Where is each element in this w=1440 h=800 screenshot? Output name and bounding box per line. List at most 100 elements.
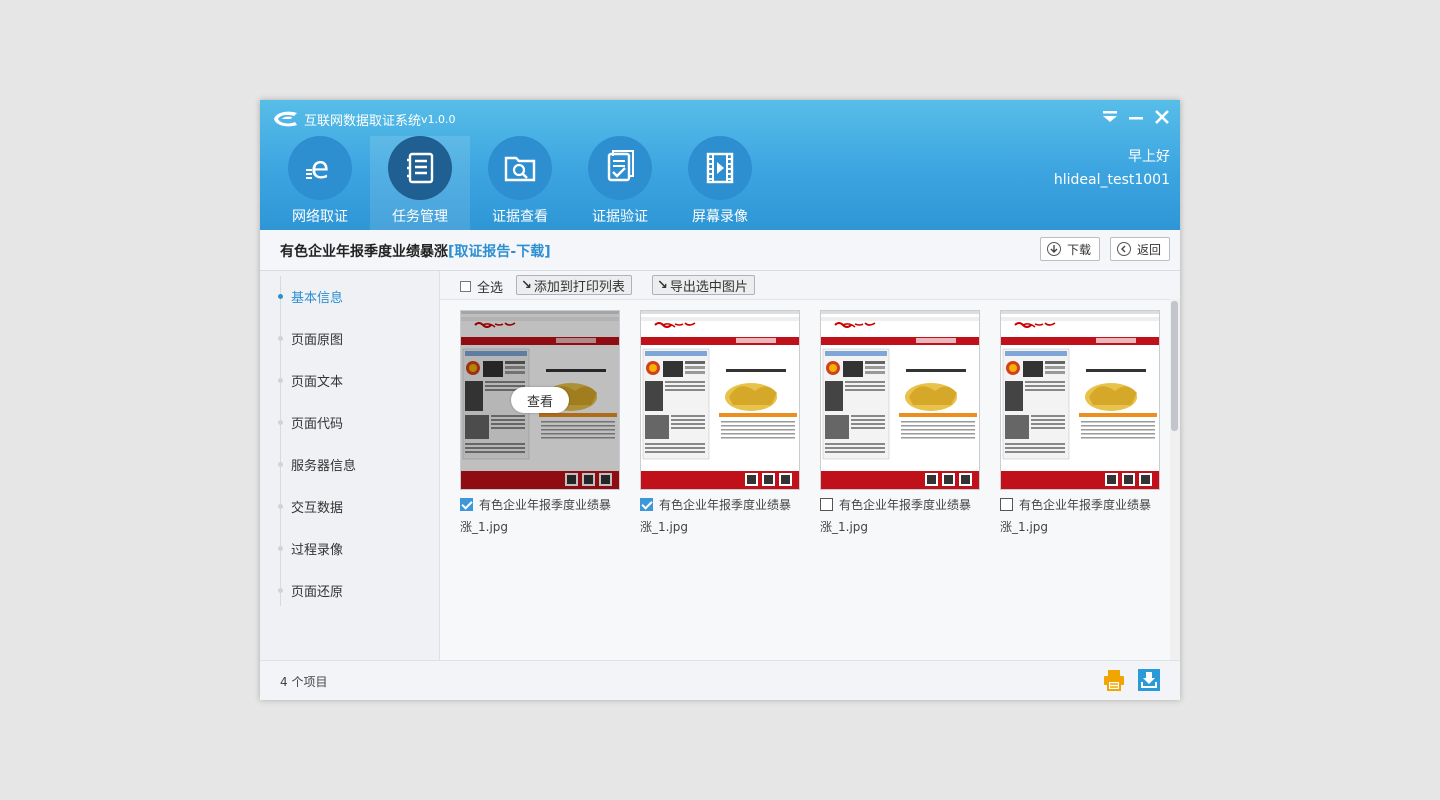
nav-label: 网络取证 (292, 209, 348, 225)
sidebar-item-page-code[interactable]: 页面代码 (278, 412, 343, 432)
film-play-icon (688, 136, 752, 200)
sidebar-item-process-recording[interactable]: 过程录像 (278, 538, 343, 558)
timeline-dot (278, 545, 283, 551)
image-select-checkbox[interactable] (460, 498, 473, 511)
arrow-down-circle-icon (1047, 242, 1061, 256)
view-image-button[interactable]: 查看 (511, 387, 569, 413)
sidebar-item-label: 服务器信息 (291, 458, 357, 474)
image-select-checkbox[interactable] (640, 498, 653, 511)
image-name-line2: 涨_1.jpg (820, 520, 869, 534)
timeline-dot (278, 419, 283, 425)
back-label: 返回 (1137, 242, 1162, 257)
sidebar-item-label: 页面文本 (291, 374, 344, 390)
nav-web-capture[interactable]: e 网络取证 (270, 136, 370, 230)
header: 互联网数据取证系统 v1.0.0 e 网络取证 任务管理 证据查看 证据验证 屏… (260, 100, 1180, 230)
username: hlideal_test1001 (1053, 172, 1170, 188)
nav-screen-record[interactable]: 屏幕录像 (670, 136, 770, 230)
thumbnail-caption: 有色企业年报季度业绩暴涨_1.jpg (820, 494, 980, 538)
nav-task-management[interactable]: 任务管理 (370, 136, 470, 230)
app-title-bar: 互联网数据取证系统 v1.0.0 (270, 108, 456, 130)
nav-label: 证据查看 (492, 209, 548, 225)
footer: 4 个项目 (260, 660, 1180, 700)
print-icon[interactable] (1103, 669, 1125, 691)
timeline-dot (278, 503, 283, 509)
download-label: 下载 (1067, 242, 1092, 257)
add-to-print-list-button[interactable]: ↘ 添加到打印列表 (516, 275, 632, 295)
nav-evidence-view[interactable]: 证据查看 (470, 136, 570, 230)
close-icon[interactable] (1153, 108, 1171, 126)
arrow-left-circle-icon (1117, 242, 1131, 256)
select-all-label: 全选 (477, 281, 504, 296)
sidebar-item-label: 交互数据 (291, 500, 344, 516)
timeline-dot (278, 293, 283, 299)
thumbnail-caption: 有色企业年报季度业绩暴涨_1.jpg (460, 494, 620, 538)
back-button[interactable]: 返回 (1110, 237, 1171, 261)
image-name-line2: 涨_1.jpg (460, 520, 509, 534)
page-title-text: 有色企业年报季度业绩暴涨 (280, 244, 448, 260)
sidebar-item-page-text[interactable]: 页面文本 (278, 370, 343, 390)
newspaper-screenshot-image (821, 311, 979, 489)
menu-icon[interactable] (1101, 108, 1119, 126)
sidebar-item-page-restore[interactable]: 页面还原 (278, 580, 343, 600)
thumbnail-frame[interactable] (640, 310, 800, 490)
image-thumbnail[interactable]: 查看有色企业年报季度业绩暴涨_1.jpg (460, 310, 620, 538)
thumbnail-frame[interactable] (820, 310, 980, 490)
image-name-line2: 涨_1.jpg (640, 520, 689, 534)
image-name-line1: 有色企业年报季度业绩暴 (1019, 498, 1152, 512)
app-title: 互联网数据取证系统 (304, 113, 422, 129)
add-to-print-label: 添加到打印列表 (533, 279, 625, 295)
sidebar-item-label: 页面原图 (291, 332, 344, 348)
scrollbar-thumb[interactable] (1171, 301, 1178, 431)
timeline-dot (278, 335, 283, 341)
sidebar-item-interaction-data[interactable]: 交互数据 (278, 496, 343, 516)
image-thumbnail[interactable]: 有色企业年报季度业绩暴涨_1.jpg (820, 310, 980, 538)
thumbnail-frame[interactable] (1000, 310, 1160, 490)
item-count: 4 个项目 (280, 675, 328, 689)
image-name-line1: 有色企业年报季度业绩暴 (659, 498, 792, 512)
report-download-link[interactable]: [取证报告-下载] (448, 244, 551, 260)
image-name-line2: 涨_1.jpg (1000, 520, 1049, 534)
sidebar-item-server-info[interactable]: 服务器信息 (278, 454, 356, 474)
arrow-down-right-icon: ↘ (657, 277, 668, 293)
download-button[interactable]: 下载 (1040, 237, 1101, 261)
download-icon[interactable] (1138, 669, 1160, 691)
image-name-line1: 有色企业年报季度业绩暴 (479, 498, 612, 512)
vertical-scrollbar[interactable] (1170, 299, 1180, 660)
thumbnail-frame[interactable]: 查看 (460, 310, 620, 490)
image-name-line1: 有色企业年报季度业绩暴 (839, 498, 972, 512)
svg-text:e: e (311, 151, 329, 186)
app-window: 互联网数据取证系统 v1.0.0 e 网络取证 任务管理 证据查看 证据验证 屏… (260, 100, 1180, 700)
image-thumbnail[interactable]: 有色企业年报季度业绩暴涨_1.jpg (640, 310, 800, 538)
folder-search-icon (488, 136, 552, 200)
nav-label: 证据验证 (592, 209, 648, 225)
sidebar-item-page-image[interactable]: 页面原图 (278, 328, 343, 348)
export-selected-images-button[interactable]: ↘ 导出选中图片 (652, 275, 755, 295)
timeline-dot (278, 587, 283, 593)
image-thumbnail[interactable]: 有色企业年报季度业绩暴涨_1.jpg (1000, 310, 1160, 538)
export-images-label: 导出选中图片 (669, 279, 748, 295)
page-title: 有色企业年报季度业绩暴涨[取证报告-下载] (280, 241, 551, 261)
image-toolbar: 全选 ↘ 添加到打印列表 ↘ 导出选中图片 (440, 271, 1180, 300)
thumbnail-caption: 有色企业年报季度业绩暴涨_1.jpg (640, 494, 800, 538)
sidebar-item-label: 过程录像 (291, 542, 344, 558)
thumbnail-caption: 有色企业年报季度业绩暴涨_1.jpg (1000, 494, 1160, 538)
nav-evidence-verify[interactable]: 证据验证 (570, 136, 670, 230)
image-select-checkbox[interactable] (1000, 498, 1013, 511)
task-list-icon (388, 136, 452, 200)
newspaper-screenshot-image (1001, 311, 1159, 489)
sidebar-item-label: 基本信息 (291, 290, 344, 306)
image-select-checkbox[interactable] (820, 498, 833, 511)
minimize-icon[interactable] (1127, 108, 1145, 126)
greeting: 早上好 (1128, 149, 1170, 165)
app-version: v1.0.0 (421, 112, 456, 126)
newspaper-screenshot-image (641, 311, 799, 489)
app-logo-icon (274, 111, 297, 127)
nav-label: 屏幕录像 (692, 209, 748, 225)
sidebar-item-label: 页面还原 (291, 584, 344, 600)
content-panel: 全选 ↘ 添加到打印列表 ↘ 导出选中图片 查看有色企业年报季度业绩暴涨_1.j… (440, 271, 1180, 660)
timeline-dot (278, 461, 283, 467)
select-all-checkbox[interactable]: 全选 (460, 277, 503, 296)
sidebar-item-basic-info[interactable]: 基本信息 (278, 286, 343, 306)
sidebar: 基本信息 页面原图 页面文本 页面代码 服务器信息 交互数据 过程录像 页面还原 (260, 271, 440, 660)
checkbox-icon (460, 281, 471, 292)
